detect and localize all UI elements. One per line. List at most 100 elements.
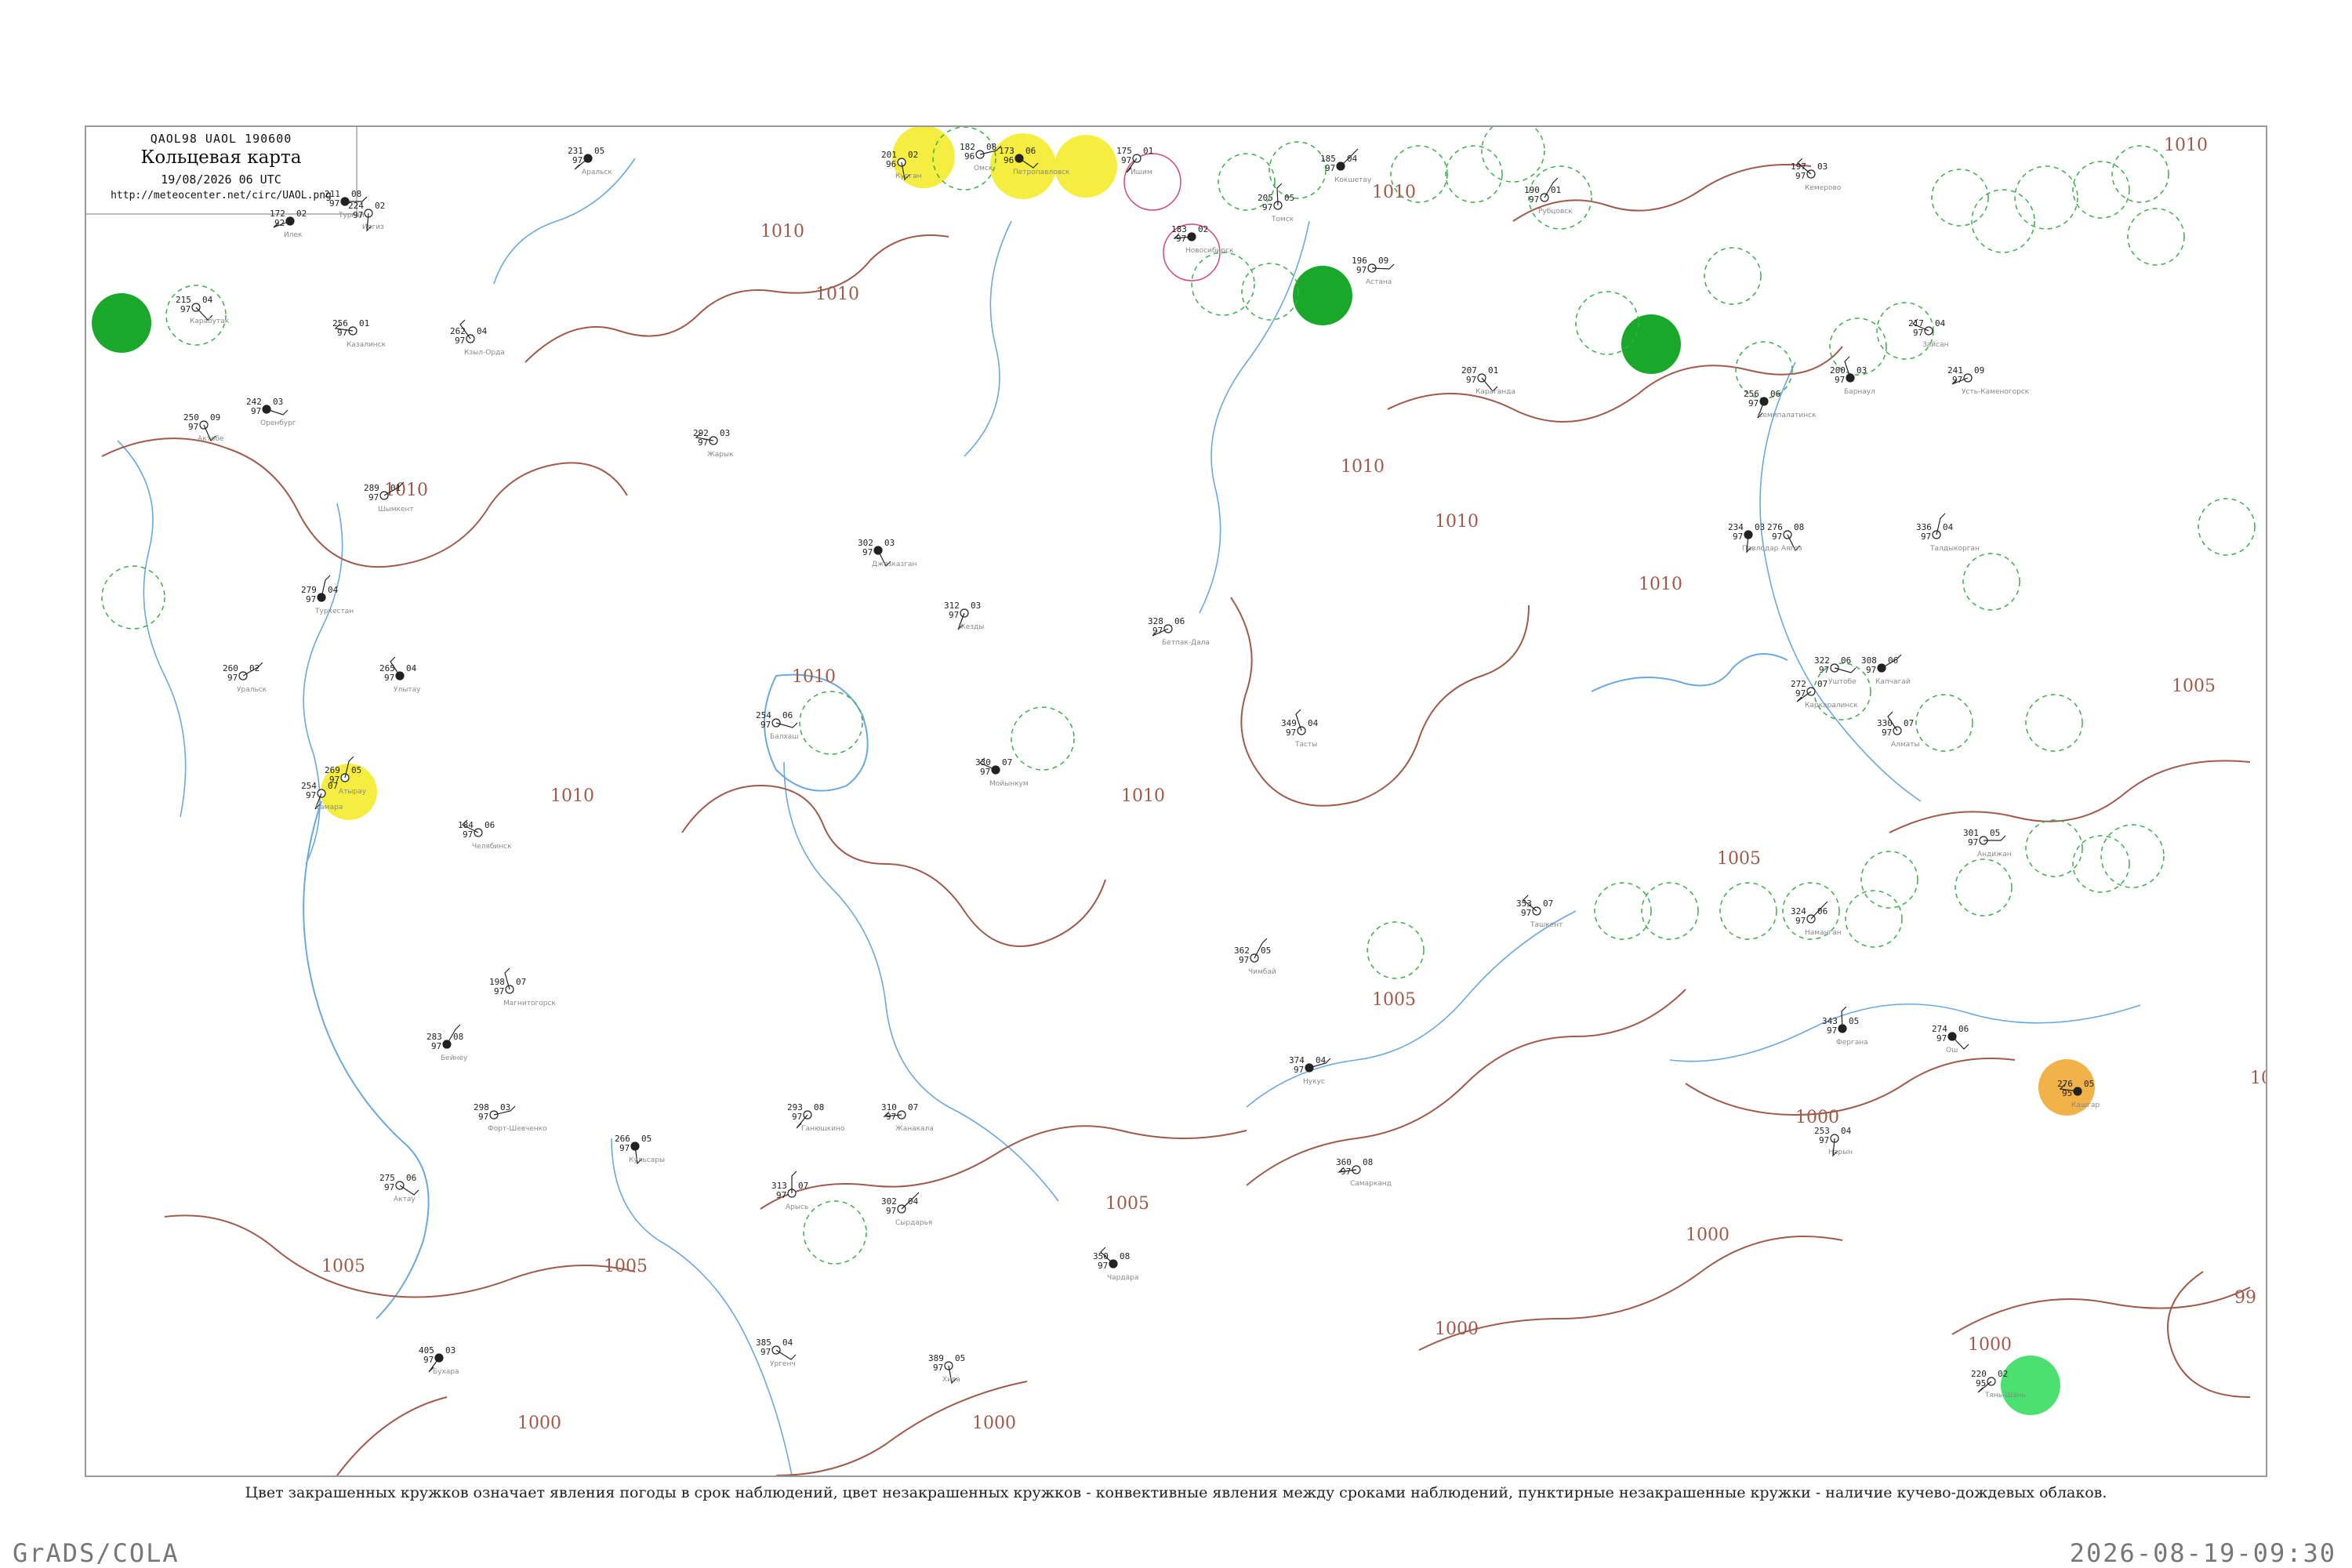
station-name: Туркестан bbox=[314, 608, 354, 615]
river-ili bbox=[1669, 1004, 2141, 1062]
station-pressure: 03 bbox=[445, 1345, 456, 1356]
station-name: Ургенч bbox=[770, 1360, 796, 1368]
station-plot: 2179704Зайсан bbox=[1908, 318, 1949, 349]
river-tobol bbox=[964, 220, 1012, 457]
station-name: Нукус bbox=[1303, 1078, 1325, 1086]
isobar-1005-e bbox=[1685, 1058, 2016, 1116]
station-dewpoint: 92 bbox=[274, 218, 285, 228]
station-pressure: 09 bbox=[1974, 365, 1984, 376]
station-name: Капчагай bbox=[1875, 678, 1911, 686]
station-dewpoint: 97 bbox=[1262, 202, 1272, 212]
station-pressure: 05 bbox=[594, 146, 604, 156]
isobars bbox=[101, 164, 2251, 1475]
map-frame[interactable]: 1010 1010 1010 1010 1010 1010 1010 1010 … bbox=[85, 125, 2267, 1477]
isobar-label: 1005 bbox=[1105, 1194, 1149, 1214]
isobar-1010-d bbox=[1230, 597, 1530, 807]
station-plot: 2759706Актау bbox=[379, 1173, 419, 1203]
cb-circle bbox=[1367, 921, 1425, 979]
isobar-1005-a bbox=[1889, 760, 2251, 833]
station-pressure: 05 bbox=[1849, 1016, 1859, 1026]
isobar-label: 1010 bbox=[1121, 786, 1165, 806]
station-dewpoint: 97 bbox=[251, 406, 261, 416]
station-name: Зайсан bbox=[1922, 341, 1949, 349]
weather-circles bbox=[92, 127, 2256, 1415]
station-name: Наманган bbox=[1805, 929, 1842, 937]
station-plot: 2419709Усть-Каменогорск bbox=[1947, 365, 2030, 396]
station-name: Ташкент bbox=[1530, 921, 1563, 929]
station-pressure: 06 bbox=[782, 710, 793, 720]
station-plot: 2319705Аральск bbox=[568, 146, 612, 176]
cb-circle bbox=[2025, 819, 2083, 877]
caspian-outline bbox=[303, 800, 430, 1319]
map-date: 19/08/2026 06 UTC bbox=[161, 172, 281, 187]
cb-circle bbox=[1915, 694, 1973, 752]
station-plot: 3609708Самарканд bbox=[1336, 1157, 1392, 1188]
station-plot: 2059705Томск bbox=[1258, 183, 1294, 223]
station-dewpoint: 97 bbox=[1341, 1167, 1351, 1177]
station-name: Ош bbox=[1946, 1047, 1958, 1054]
station-name: Нарын bbox=[1828, 1149, 1853, 1156]
synoptic-map[interactable]: 1010 1010 1010 1010 1010 1010 1010 1010 … bbox=[86, 127, 2267, 1477]
cb-circle bbox=[2100, 824, 2165, 888]
station-plot: 2799704Туркестан bbox=[301, 575, 354, 615]
station-dewpoint: 97 bbox=[949, 610, 959, 620]
station-dewpoint: 97 bbox=[1466, 375, 1476, 385]
station-name: Кокшетау bbox=[1334, 176, 1372, 184]
isobar-label: 1000 bbox=[1435, 1319, 1479, 1339]
station-name: Иргиз bbox=[362, 223, 384, 231]
station-plot: 2939708Ганюшкино bbox=[787, 1102, 845, 1133]
station-dewpoint: 97 bbox=[1866, 665, 1876, 675]
station-name: Шымкент bbox=[378, 506, 414, 514]
river-north bbox=[493, 158, 636, 285]
station-name: Илек bbox=[284, 231, 303, 239]
station-pressure: 08 bbox=[814, 1102, 824, 1112]
station-pressure: 03 bbox=[720, 428, 730, 438]
isobar-label: 1010 bbox=[1372, 183, 1416, 202]
station-pressure: 07 bbox=[1543, 898, 1553, 909]
station-dewpoint: 97 bbox=[1795, 688, 1806, 699]
cb-circle bbox=[2072, 161, 2130, 219]
station-pressure: 06 bbox=[1888, 655, 1898, 666]
station-pressure: 04 bbox=[782, 1338, 793, 1348]
station-dewpoint: 97 bbox=[619, 1143, 630, 1153]
station-name: Омск bbox=[974, 165, 993, 172]
station-pressure: 04 bbox=[908, 1196, 919, 1207]
station-name: Самарканд bbox=[1350, 1180, 1392, 1188]
station-plot: 2569701Казалинск bbox=[332, 318, 387, 349]
cb-circle bbox=[2127, 208, 2185, 266]
cb-circle bbox=[1241, 263, 1299, 321]
station-pressure: 04 bbox=[1347, 154, 1358, 164]
cb-circle bbox=[1962, 553, 2020, 611]
station-pressure: 03 bbox=[1817, 162, 1828, 172]
station-pressure: 02 bbox=[1198, 224, 1208, 234]
station-pressure: 05 bbox=[351, 765, 361, 775]
station-dewpoint: 96 bbox=[964, 151, 975, 162]
isobar-label: 1005 bbox=[604, 1257, 648, 1276]
station-dewpoint: 97 bbox=[368, 492, 379, 503]
station-dewpoint: 97 bbox=[886, 1206, 896, 1216]
station-pressure: 06 bbox=[1817, 906, 1828, 916]
station-pressure: 04 bbox=[1308, 718, 1319, 728]
station-name: Бейнеу bbox=[441, 1054, 468, 1062]
station-dewpoint: 97 bbox=[431, 1041, 441, 1051]
isobar-label: 1005 bbox=[2172, 677, 2216, 696]
station-dewpoint: 97 bbox=[1952, 375, 1962, 385]
station-plot: 3499704Тасты bbox=[1281, 709, 1319, 749]
cb-circle bbox=[1594, 882, 1652, 940]
station-dewpoint: 97 bbox=[1819, 665, 1829, 675]
station-plot: 2079701Караганда bbox=[1461, 365, 1515, 396]
isobar-label: 1000 bbox=[517, 1414, 561, 1433]
cb-circle bbox=[1719, 882, 1777, 940]
station-plot: 3019705Андижан bbox=[1963, 828, 2012, 858]
rain-circle bbox=[1621, 314, 1681, 374]
station-pressure: 01 bbox=[1143, 146, 1153, 156]
station-plot: 3289706Бетпак-Дала bbox=[1148, 616, 1210, 647]
station-name: Уральск bbox=[237, 686, 267, 694]
station-dewpoint: 97 bbox=[886, 1112, 896, 1122]
station-name: Кемерово bbox=[1805, 184, 1842, 192]
station-dewpoint: 97 bbox=[423, 1355, 434, 1365]
station-dewpoint: 97 bbox=[1835, 375, 1845, 385]
station-dewpoint: 95 bbox=[1976, 1378, 1986, 1388]
station-plot: 2669705Кульсары bbox=[615, 1134, 665, 1165]
station-name: Оренбург bbox=[260, 419, 296, 427]
